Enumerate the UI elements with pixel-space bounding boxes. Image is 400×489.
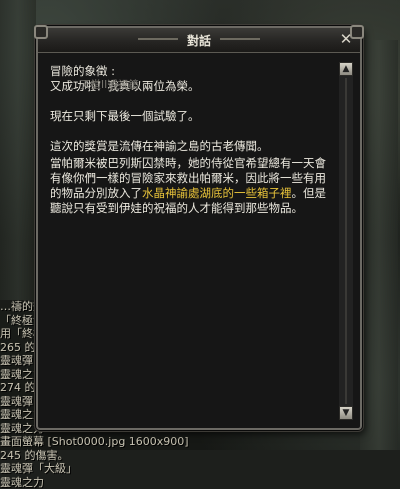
background-pillar xyxy=(360,40,398,450)
dialog-line: 現在只剩下最後一個試驗了。 xyxy=(50,109,328,124)
chat-line: 靈魂之力 xyxy=(0,476,220,489)
dialog-title: 對話 xyxy=(38,32,360,49)
background-pillar xyxy=(0,0,36,300)
arrow-down-icon[interactable]: ▼ xyxy=(339,406,353,420)
scrollbar[interactable]: ▲ ▼ xyxy=(339,62,353,420)
dialog-heading: 冒險的象徵 : xyxy=(50,64,328,79)
faint-overlay-text: 天堂II透視鏡 xyxy=(80,78,139,93)
chat-line: 靈魂彈「大級」 xyxy=(0,462,220,476)
chat-line: 畫面螢幕 [Shot0000.jpg 1600x900] xyxy=(0,435,220,449)
dialog-story: 當帕爾米被巴列斯囚禁時，她的侍從官希望總有一天會有像你們一樣的冒險家來救出帕爾米… xyxy=(50,156,328,216)
chat-line: 245 的傷害。 xyxy=(0,449,220,463)
arrow-up-icon[interactable]: ▲ xyxy=(339,62,353,76)
dialog-content: 冒險的象徵 : 天堂II透視鏡 又成功啦！我真以兩位為榮。 現在只剩下最後一個試… xyxy=(50,64,328,420)
dialog-titlebar[interactable]: 對話 ✕ xyxy=(38,28,360,53)
story-highlight-link[interactable]: 水晶神諭處湖底的一些箱子裡 xyxy=(142,186,292,200)
close-icon[interactable]: ✕ xyxy=(338,31,354,47)
dialog-window: 對話 ✕ 冒險的象徵 : 天堂II透視鏡 又成功啦！我真以兩位為榮。 現在只剩下… xyxy=(36,26,362,430)
scroll-track[interactable] xyxy=(345,78,347,404)
dialog-line: 這次的獎賞是流傳在神諭之島的古老傳聞。 xyxy=(50,139,328,154)
